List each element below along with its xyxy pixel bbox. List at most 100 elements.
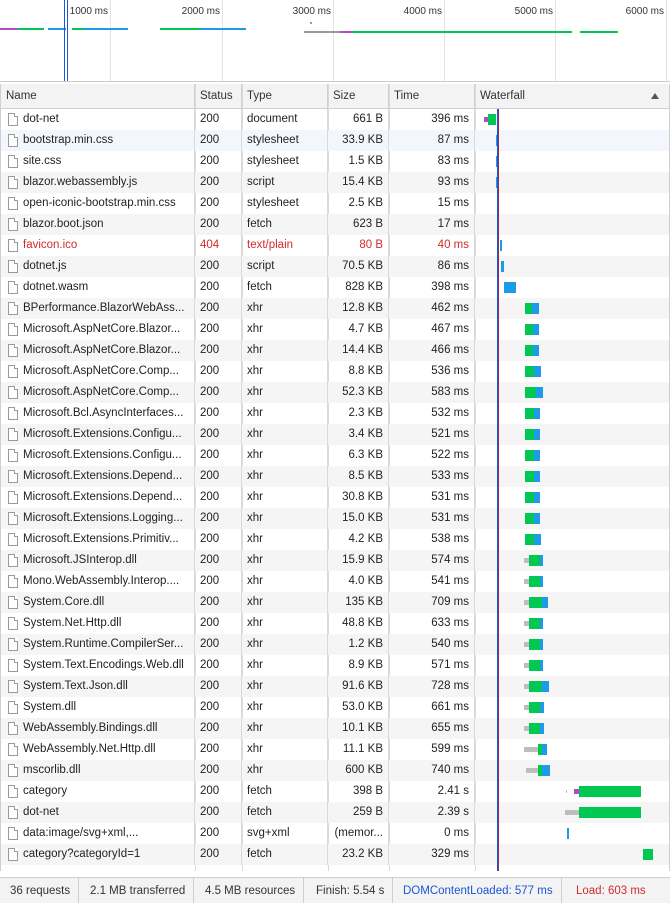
request-name[interactable]: System.Text.Encodings.Web.dll [1,655,195,676]
request-waterfall [475,718,669,739]
request-time: 83 ms [389,151,475,172]
request-name[interactable]: dotnet.wasm [1,277,195,298]
request-row[interactable]: bootstrap.min.css 200 stylesheet 33.9 KB 87 … [1,130,669,151]
status-domcontentloaded: DOMContentLoaded: 577 ms [395,878,562,903]
timeline-overview[interactable]: 1000 ms 2000 ms 3000 ms 4000 ms 5000 ms … [0,0,670,82]
request-row[interactable]: WebAssembly.Bindings.dll 200 xhr 10.1 KB 655… [1,718,669,739]
request-status: 200 [195,760,242,781]
request-name[interactable]: category?categoryId=1 [1,844,195,865]
request-name[interactable]: WebAssembly.Net.Http.dll [1,739,195,760]
request-size: 623 B [328,214,389,235]
request-row[interactable]: Microsoft.Extensions.Configu... 200 xhr 6.3… [1,445,669,466]
column-header-type[interactable]: Type [242,84,328,109]
request-row[interactable]: Microsoft.AspNetCore.Comp... 200 xhr 52.3 K… [1,382,669,403]
file-icon [8,659,18,672]
request-name[interactable]: Microsoft.Extensions.Primitiv... [1,529,195,550]
column-header-time[interactable]: Time [389,84,475,109]
request-name[interactable]: BPerformance.BlazorWebAss... [1,298,195,319]
request-name[interactable]: data:image/svg+xml,... [1,823,195,844]
request-name[interactable]: Microsoft.Extensions.Depend... [1,487,195,508]
waterfall-bar [542,597,548,608]
request-status: 200 [195,676,242,697]
request-row[interactable]: category?categoryId=1 200 fetch 23.2 KB 329 … [1,844,669,865]
waterfall-bar [525,408,534,419]
request-name[interactable]: Microsoft.JSInterop.dll [1,550,195,571]
request-size: 8.8 KB [328,361,389,382]
request-name[interactable]: Microsoft.AspNetCore.Comp... [1,361,195,382]
request-name[interactable]: Microsoft.AspNetCore.Blazor... [1,319,195,340]
request-name[interactable]: Microsoft.Extensions.Logging... [1,508,195,529]
request-name[interactable]: category [1,781,195,802]
column-header-waterfall[interactable]: Waterfall [475,84,669,109]
request-row[interactable]: dot-net 200 fetch 259 B 2.39 s [1,802,669,823]
request-row[interactable]: Microsoft.Extensions.Depend... 200 xhr 30.8… [1,487,669,508]
request-name[interactable]: blazor.boot.json [1,214,195,235]
request-row[interactable]: dotnet.js 200 script 70.5 KB 86 ms [1,256,669,277]
request-row[interactable]: Microsoft.AspNetCore.Blazor... 200 xhr 4.7 … [1,319,669,340]
request-row[interactable]: open-iconic-bootstrap.min.css 200 styleshe… [1,193,669,214]
column-header-status[interactable]: Status [195,84,242,109]
request-row[interactable]: site.css 200 stylesheet 1.5 KB 83 ms [1,151,669,172]
request-name[interactable]: blazor.webassembly.js [1,172,195,193]
request-name[interactable]: WebAssembly.Bindings.dll [1,718,195,739]
waterfall-bar [534,408,540,419]
request-row[interactable]: category 200 fetch 398 B 2.41 s [1,781,669,802]
request-name[interactable]: dot-net [1,109,195,130]
request-row[interactable]: Microsoft.Bcl.AsyncInterfaces... 200 xhr 2.… [1,403,669,424]
request-row[interactable]: System.Core.dll 200 xhr 135 KB 709 ms [1,592,669,613]
request-name[interactable]: Microsoft.AspNetCore.Blazor... [1,340,195,361]
request-name[interactable]: System.Runtime.CompilerSer... [1,634,195,655]
request-name[interactable]: System.Core.dll [1,592,195,613]
request-name[interactable]: site.css [1,151,195,172]
request-waterfall [475,613,669,634]
request-name-label: System.Text.Json.dll [23,680,128,692]
request-name[interactable]: Microsoft.Bcl.AsyncInterfaces... [1,403,195,424]
request-row[interactable]: Microsoft.JSInterop.dll 200 xhr 15.9 KB 574 … [1,550,669,571]
request-name[interactable]: open-iconic-bootstrap.min.css [1,193,195,214]
request-row[interactable]: Microsoft.Extensions.Depend... 200 xhr 8.5 … [1,466,669,487]
request-status: 200 [195,844,242,865]
request-row[interactable]: mscorlib.dll 200 xhr 600 KB 740 ms [1,760,669,781]
request-time: 538 ms [389,529,475,550]
request-row[interactable]: WebAssembly.Net.Http.dll 200 xhr 11.1 KB 599… [1,739,669,760]
request-name[interactable]: Microsoft.Extensions.Configu... [1,424,195,445]
overview-bar [352,31,572,33]
request-row[interactable]: Microsoft.Extensions.Primitiv... 200 xhr 4.… [1,529,669,550]
waterfall-bar [504,282,516,293]
request-name[interactable]: Microsoft.Extensions.Depend... [1,466,195,487]
request-name-label: dotnet.js [23,260,67,272]
column-header-size[interactable]: Size [328,84,389,109]
request-row[interactable]: data:image/svg+xml,... 200 svg+xml (memor..… [1,823,669,844]
request-name[interactable]: Microsoft.AspNetCore.Comp... [1,382,195,403]
request-row[interactable]: System.dll 200 xhr 53.0 KB 661 ms [1,697,669,718]
request-row[interactable]: System.Text.Json.dll 200 xhr 91.6 KB 728 ms [1,676,669,697]
request-name[interactable]: System.Net.Http.dll [1,613,195,634]
request-row[interactable]: BPerformance.BlazorWebAss... 200 xhr 12.8 K… [1,298,669,319]
request-row[interactable]: Microsoft.AspNetCore.Comp... 200 xhr 8.8 KB… [1,361,669,382]
request-row[interactable]: Mono.WebAssembly.Interop.... 200 xhr 4.0 KB… [1,571,669,592]
request-row[interactable]: Microsoft.AspNetCore.Blazor... 200 xhr 14.4… [1,340,669,361]
request-name[interactable]: favicon.ico [1,235,195,256]
request-name[interactable]: dot-net [1,802,195,823]
request-name[interactable]: System.dll [1,697,195,718]
request-row[interactable]: dotnet.wasm 200 fetch 828 KB 398 ms [1,277,669,298]
request-name[interactable]: bootstrap.min.css [1,130,195,151]
request-row[interactable]: Microsoft.Extensions.Configu... 200 xhr 3.4… [1,424,669,445]
request-name[interactable]: Microsoft.Extensions.Configu... [1,445,195,466]
request-name[interactable]: Mono.WebAssembly.Interop.... [1,571,195,592]
request-row[interactable]: System.Text.Encodings.Web.dll 200 xhr 8.9 K… [1,655,669,676]
request-row[interactable]: blazor.boot.json 200 fetch 623 B 17 ms [1,214,669,235]
request-row[interactable]: Microsoft.Extensions.Logging... 200 xhr 15.… [1,508,669,529]
request-time: 93 ms [389,172,475,193]
request-row[interactable]: dot-net 200 document 661 B 396 ms [1,109,669,130]
request-name[interactable]: System.Text.Json.dll [1,676,195,697]
request-name[interactable]: mscorlib.dll [1,760,195,781]
request-row[interactable]: System.Runtime.CompilerSer... 200 xhr 1.2 K… [1,634,669,655]
request-row[interactable]: blazor.webassembly.js 200 script 15.4 KB 93 … [1,172,669,193]
request-row[interactable]: System.Net.Http.dll 200 xhr 48.8 KB 633 ms [1,613,669,634]
request-status: 200 [195,613,242,634]
request-name[interactable]: dotnet.js [1,256,195,277]
column-header-name[interactable]: Name [1,84,195,109]
waterfall-bar [525,429,534,440]
request-row[interactable]: favicon.ico 404 text/plain 80 B 40 ms [1,235,669,256]
